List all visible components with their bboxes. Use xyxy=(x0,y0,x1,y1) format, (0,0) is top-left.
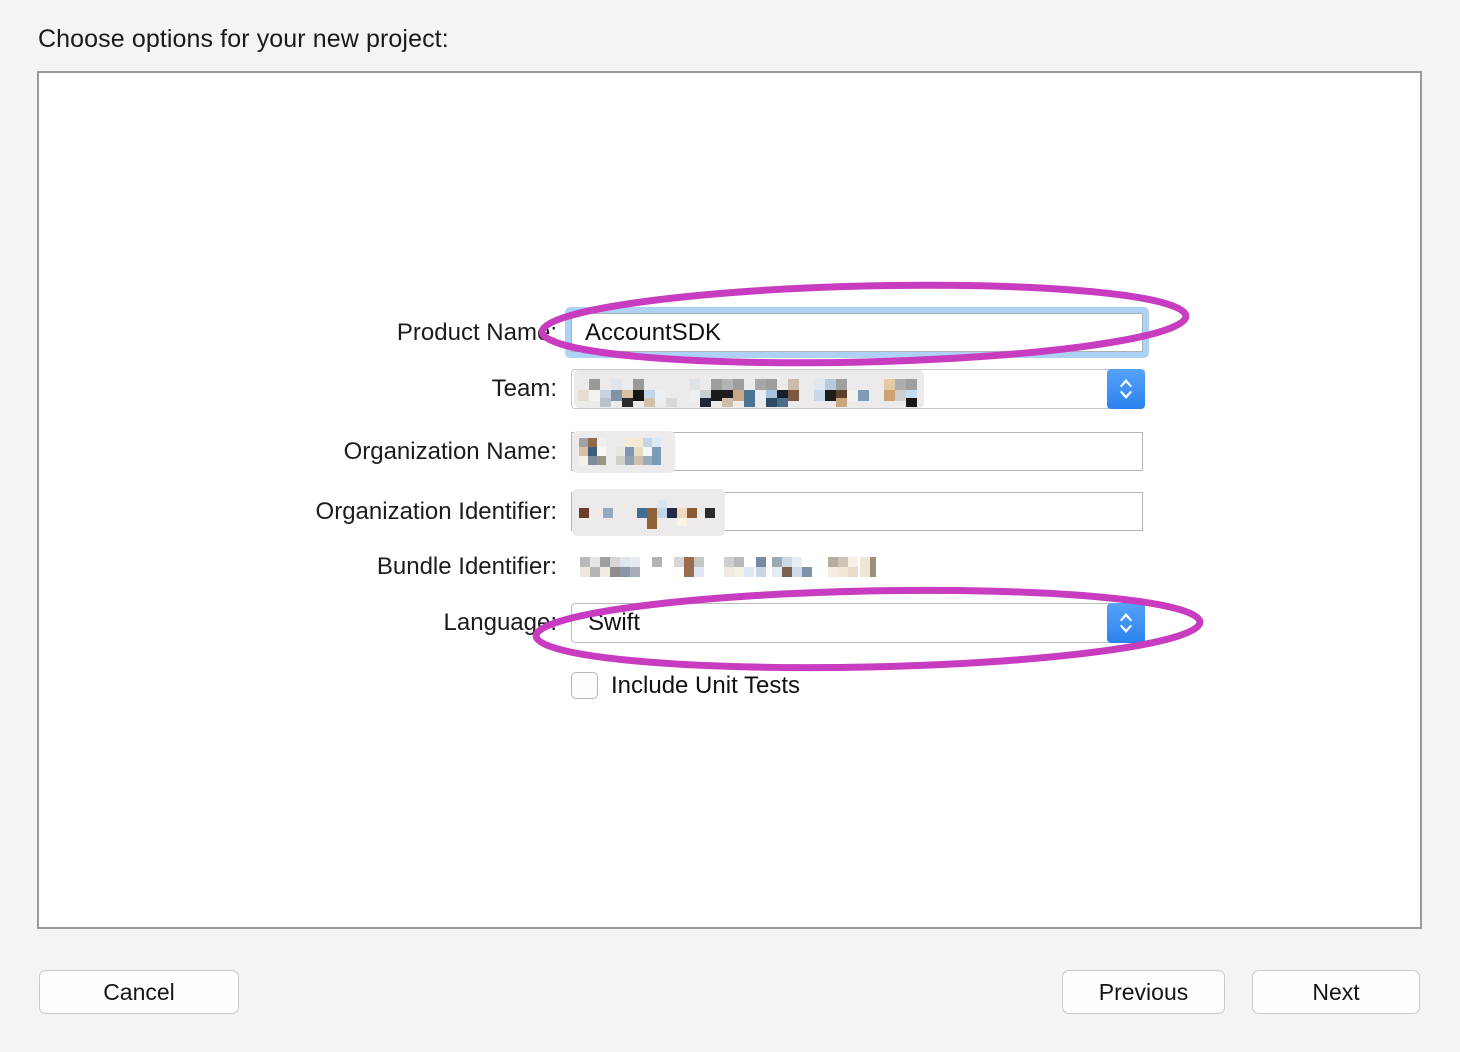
form-row-organization-name: Organization Name: xyxy=(0,431,1460,473)
team-popup-button[interactable] xyxy=(571,369,1145,409)
include-unit-tests-label: Include Unit Tests xyxy=(611,672,800,699)
language-value: Swift xyxy=(588,609,641,636)
label-bundle-identifier: Bundle Identifier: xyxy=(376,553,557,580)
label-organization-name: Organization Name: xyxy=(343,438,557,465)
next-button[interactable]: Next xyxy=(1252,970,1420,1014)
organization-identifier-input[interactable] xyxy=(571,492,1143,531)
include-unit-tests-checkbox[interactable] xyxy=(571,672,598,699)
cancel-button[interactable]: Cancel xyxy=(39,970,239,1014)
previous-button[interactable]: Previous xyxy=(1062,970,1225,1014)
form-row-language: Language: Swift xyxy=(0,603,1460,643)
form-row-product-name: Product Name: AccountSDK xyxy=(0,307,1460,358)
label-product-name: Product Name: xyxy=(396,319,557,346)
label-language: Language: xyxy=(443,609,557,636)
organization-name-input[interactable] xyxy=(571,432,1143,471)
form-row-team: Team: xyxy=(0,369,1460,409)
page-title: Choose options for your new project: xyxy=(38,25,449,53)
label-organization-identifier: Organization Identifier: xyxy=(315,498,557,525)
language-popup-button[interactable]: Swift xyxy=(571,603,1145,643)
product-name-value: AccountSDK xyxy=(585,319,722,346)
label-team: Team: xyxy=(491,375,557,402)
language-stepper-icon[interactable] xyxy=(1107,603,1145,643)
product-name-input[interactable]: AccountSDK xyxy=(571,313,1143,352)
product-name-focus-ring: AccountSDK xyxy=(565,307,1149,358)
form-row-organization-identifier: Organization Identifier: xyxy=(0,489,1460,536)
team-stepper-icon[interactable] xyxy=(1107,369,1145,409)
bundle-identifier-value-redacted xyxy=(580,557,876,577)
form-row-bundle-identifier: Bundle Identifier: xyxy=(0,547,1460,587)
